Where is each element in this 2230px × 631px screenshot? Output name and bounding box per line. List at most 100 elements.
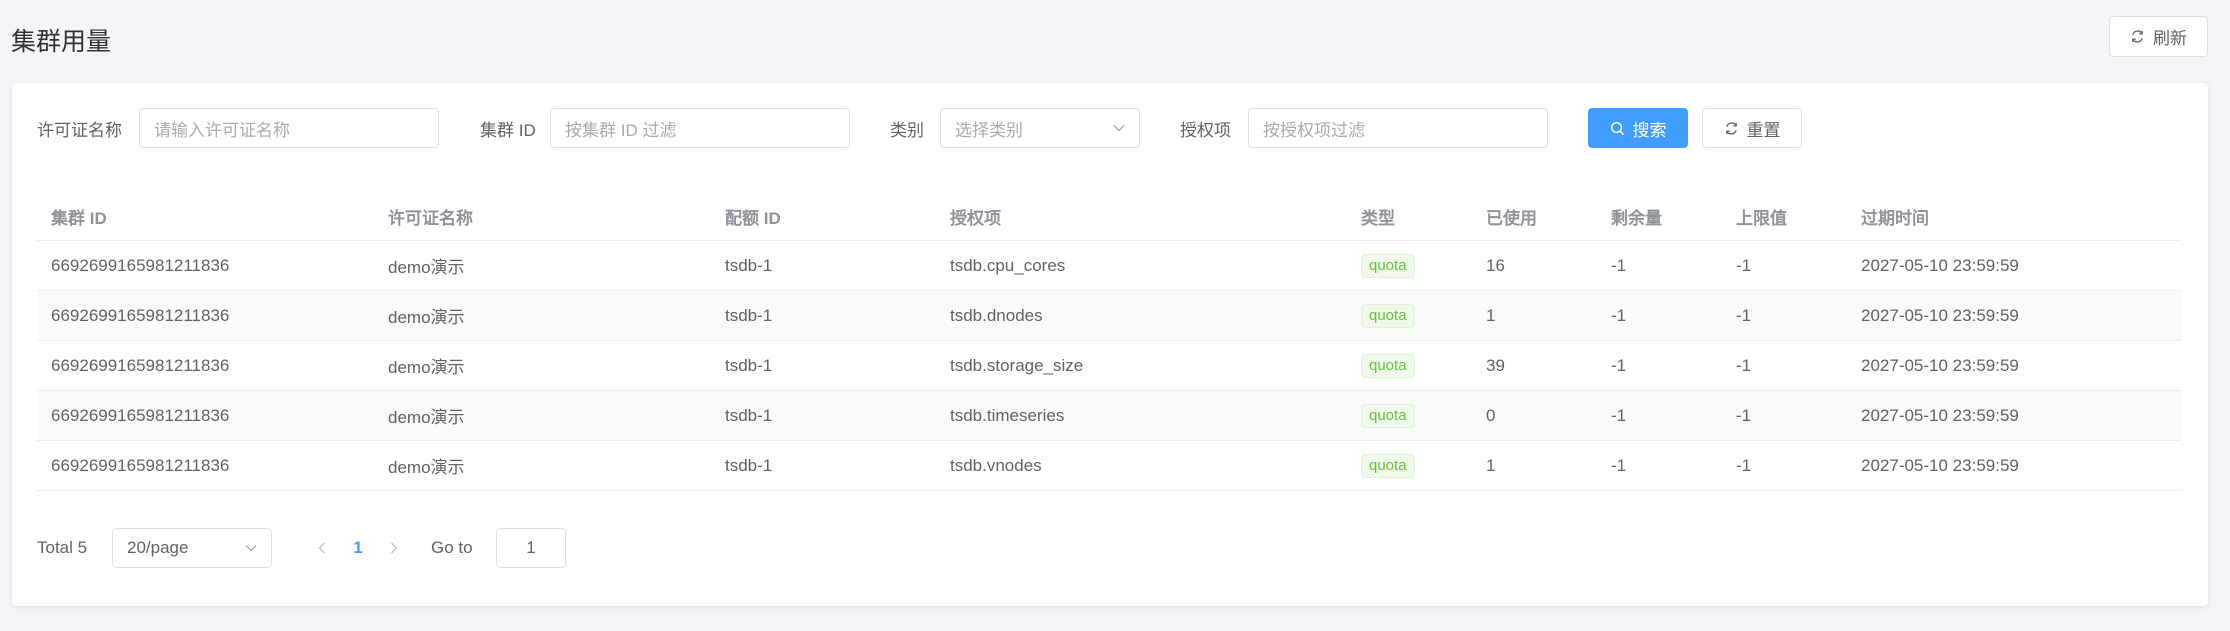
grant-item-input[interactable]: 按授权项过滤 — [1248, 108, 1548, 148]
cluster-id-label: 集群 ID — [480, 121, 536, 140]
grant-item-cell: tsdb.dnodes — [950, 305, 1043, 325]
reset-button-label: 重置 — [1746, 120, 1781, 140]
column-header: 剩余量 — [1611, 208, 1662, 228]
license-name-cell: demo演示 — [388, 408, 465, 427]
remaining-cell: -1 — [1611, 405, 1627, 425]
grant-item-cell: tsdb.timeseries — [950, 405, 1065, 425]
page-size-select[interactable]: 20/page — [112, 528, 272, 568]
cluster-id-cell: 6692699165981211836 — [51, 255, 230, 275]
grant-item-placeholder: 按授权项过滤 — [1263, 120, 1365, 140]
used-cell: 1 — [1486, 455, 1496, 475]
column-header: 类型 — [1361, 208, 1395, 228]
type-tag: quota — [1361, 303, 1415, 328]
page-title: 集群用量 — [11, 28, 112, 56]
used-cell: 16 — [1486, 255, 1505, 275]
goto-label: Go to — [431, 538, 473, 557]
quota-id-cell: tsdb-1 — [725, 455, 773, 475]
quota-id-cell: tsdb-1 — [725, 305, 773, 325]
column-header: 授权项 — [950, 208, 1001, 228]
cluster-id-placeholder: 按集群 ID 过滤 — [565, 120, 677, 140]
column-header: 已使用 — [1486, 208, 1537, 228]
expiry-cell: 2027-05-10 23:59:59 — [1861, 455, 2019, 475]
license-name-cell: demo演示 — [388, 458, 465, 477]
usage-card: 许可证名称 请输入许可证名称 集群 ID 按集群 ID 过滤 类别 选择类别 授… — [12, 83, 2208, 606]
limit-cell: -1 — [1736, 305, 1752, 325]
type-tag: quota — [1361, 353, 1415, 378]
type-tag: quota — [1361, 253, 1415, 278]
reset-button[interactable]: 重置 — [1702, 108, 1802, 148]
quota-id-cell: tsdb-1 — [725, 355, 773, 375]
chevron-left-icon — [318, 542, 326, 554]
search-icon — [1610, 121, 1625, 136]
quota-id-cell: tsdb-1 — [725, 255, 773, 275]
limit-cell: -1 — [1736, 255, 1752, 275]
cluster-id-cell: 6692699165981211836 — [51, 355, 230, 375]
table-row[interactable]: 6692699165981211836 demo演示 tsdb-1 tsdb.d… — [37, 291, 2182, 341]
remaining-cell: -1 — [1611, 255, 1627, 275]
prev-page-button[interactable] — [315, 528, 329, 568]
type-cell: quota — [1361, 341, 1415, 390]
column-header: 集群 ID — [51, 208, 107, 228]
refresh-button[interactable]: 刷新 — [2109, 16, 2208, 57]
table-row[interactable]: 6692699165981211836 demo演示 tsdb-1 tsdb.t… — [37, 391, 2182, 441]
refresh-icon — [1724, 121, 1739, 136]
used-cell: 39 — [1486, 355, 1505, 375]
table-header: 集群 ID 许可证名称 配额 ID 授权项 类型 已使用 剩余量 上限值 过期时… — [37, 192, 2182, 241]
grant-item-label: 授权项 — [1180, 121, 1231, 140]
goto-page-value: 1 — [526, 538, 536, 557]
remaining-cell: -1 — [1611, 355, 1627, 375]
license-name-input[interactable]: 请输入许可证名称 — [139, 108, 439, 148]
refresh-icon — [2130, 29, 2145, 44]
remaining-cell: -1 — [1611, 305, 1627, 325]
category-placeholder: 选择类别 — [955, 120, 1023, 140]
table-row[interactable]: 6692699165981211836 demo演示 tsdb-1 tsdb.v… — [37, 441, 2182, 491]
expiry-cell: 2027-05-10 23:59:59 — [1861, 255, 2019, 275]
usage-table: 集群 ID 许可证名称 配额 ID 授权项 类型 已使用 剩余量 上限值 过期时… — [37, 192, 2182, 491]
search-button-label: 搜索 — [1632, 120, 1667, 140]
limit-cell: -1 — [1736, 405, 1752, 425]
page-number-current[interactable]: 1 — [343, 528, 373, 568]
type-cell: quota — [1361, 291, 1415, 340]
type-cell: quota — [1361, 441, 1415, 490]
refresh-label: 刷新 — [2153, 29, 2187, 48]
grant-item-cell: tsdb.vnodes — [950, 455, 1042, 475]
license-name-cell: demo演示 — [388, 308, 465, 327]
search-button[interactable]: 搜索 — [1588, 108, 1688, 148]
license-name-cell: demo演示 — [388, 358, 465, 377]
expiry-cell: 2027-05-10 23:59:59 — [1861, 355, 2019, 375]
limit-cell: -1 — [1736, 355, 1752, 375]
cluster-id-cell: 6692699165981211836 — [51, 305, 230, 325]
pagination: Total 5 20/page 1 Go to 1 — [37, 528, 837, 568]
license-name-label: 许可证名称 — [37, 121, 122, 140]
cluster-id-cell: 6692699165981211836 — [51, 405, 230, 425]
column-header: 许可证名称 — [388, 208, 473, 228]
used-cell: 0 — [1486, 405, 1496, 425]
chevron-down-icon — [245, 544, 257, 552]
category-label: 类别 — [890, 121, 924, 140]
license-name-placeholder: 请输入许可证名称 — [154, 120, 290, 140]
expiry-cell: 2027-05-10 23:59:59 — [1861, 405, 2019, 425]
cluster-id-cell: 6692699165981211836 — [51, 455, 230, 475]
page-size-value: 20/page — [127, 538, 189, 557]
table-row[interactable]: 6692699165981211836 demo演示 tsdb-1 tsdb.c… — [37, 241, 2182, 291]
grant-item-cell: tsdb.storage_size — [950, 355, 1084, 375]
limit-cell: -1 — [1736, 455, 1752, 475]
next-page-button[interactable] — [387, 528, 401, 568]
type-cell: quota — [1361, 241, 1415, 290]
license-name-cell: demo演示 — [388, 258, 465, 277]
chevron-right-icon — [390, 542, 398, 554]
expiry-cell: 2027-05-10 23:59:59 — [1861, 305, 2019, 325]
goto-page-input[interactable]: 1 — [496, 528, 566, 568]
cluster-id-input[interactable]: 按集群 ID 过滤 — [550, 108, 850, 148]
column-header: 过期时间 — [1861, 208, 1929, 228]
type-tag: quota — [1361, 403, 1415, 428]
pagination-total: Total 5 — [37, 538, 88, 557]
filter-bar: 许可证名称 请输入许可证名称 集群 ID 按集群 ID 过滤 类别 选择类别 授… — [12, 83, 2208, 175]
column-header: 上限值 — [1736, 208, 1787, 228]
chevron-down-icon — [1113, 124, 1125, 132]
category-select[interactable]: 选择类别 — [940, 108, 1140, 148]
type-cell: quota — [1361, 391, 1415, 440]
column-header: 配额 ID — [725, 208, 781, 228]
table-row[interactable]: 6692699165981211836 demo演示 tsdb-1 tsdb.s… — [37, 341, 2182, 391]
used-cell: 1 — [1486, 305, 1496, 325]
